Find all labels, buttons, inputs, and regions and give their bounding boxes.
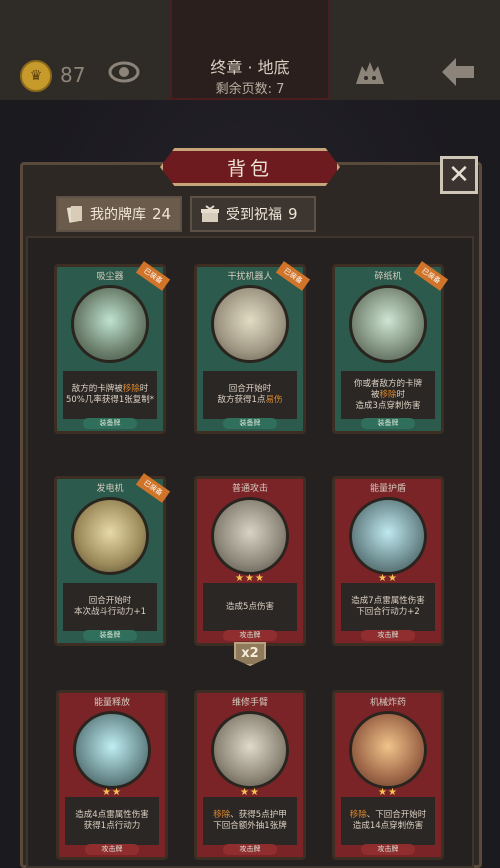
tab-blessings-label: 受到祝福 xyxy=(226,207,282,223)
card-description: 造成7点雷属性伤害 下回合行动力+2 xyxy=(341,583,435,631)
card-description: 造成5点伤害 xyxy=(203,583,297,631)
card-description: 回合开始时 敌方获得1点易伤 xyxy=(203,371,297,419)
card-repair-arm[interactable]: 维修手臂 ★★ 移除、获得5点护甲 下回合额外抽1张牌 攻击牌 xyxy=(194,690,306,860)
top-bar: ♛ 87 终章 · 地底 剩余页数: 7 xyxy=(0,0,500,100)
sword-art xyxy=(211,497,289,575)
equipped-ribbon: 已装备 xyxy=(135,261,171,291)
card-description: 回合开始时 本次战斗行动力+1 xyxy=(63,583,157,631)
cards-icon xyxy=(66,206,82,223)
card-description: 敌方的卡牌被移除时 50%几率获得1张复制* xyxy=(63,371,157,419)
card-name: 机械炸药 xyxy=(369,698,406,708)
robot-arm-art xyxy=(211,711,289,789)
card-description: 造成4点雷属性伤害 获得1点行动力 xyxy=(65,797,159,845)
card-type-label: 装备牌 xyxy=(361,418,415,429)
card-description: 移除、获得5点护甲 下回合额外抽1张牌 xyxy=(203,797,297,845)
card-mechanical-explosive[interactable]: 机械炸药 ★★ 移除、下回合开始时 造成14点穿刺伤害 攻击牌 xyxy=(332,690,444,860)
card-type-label: 装备牌 xyxy=(223,418,277,429)
card-type-label: 装备牌 xyxy=(83,418,137,429)
tab-blessings[interactable]: 受到祝福 9 xyxy=(190,196,316,232)
card-name: 普通攻击 xyxy=(231,484,268,494)
card-name: 能量护盾 xyxy=(369,484,406,494)
equipped-ribbon: 已装备 xyxy=(275,261,311,291)
gremlin-icon[interactable] xyxy=(352,58,388,88)
tab-my-deck[interactable]: 我的牌库 24 xyxy=(56,196,182,232)
card-type-label: 攻击牌 xyxy=(85,844,139,855)
shredder-art xyxy=(349,285,427,363)
card-basic-attack[interactable]: 普通攻击 ★★★ 造成5点伤害 攻击牌 xyxy=(194,476,306,646)
card-description: 你或者敌方的卡牌 被移除时 造成3点穿刺伤害 xyxy=(341,371,435,419)
card-type-label: 攻击牌 xyxy=(223,844,277,855)
back-arrow-icon[interactable] xyxy=(440,56,476,88)
robot-art xyxy=(211,285,289,363)
vacuum-art xyxy=(71,285,149,363)
card-energy-release[interactable]: 能量释放 ★★ 造成4点雷属性伤害 获得1点行动力 攻击牌 xyxy=(56,690,168,860)
card-type-label: 攻击牌 xyxy=(361,844,415,855)
gift-box-icon xyxy=(201,205,219,222)
card-type-label: 攻击牌 xyxy=(223,630,277,641)
coin-count: 87 xyxy=(60,63,86,87)
lightning-art xyxy=(73,711,151,789)
card-type-label: 攻击牌 xyxy=(361,630,415,641)
eye-icon[interactable] xyxy=(108,58,140,86)
card-type-label: 装备牌 xyxy=(83,630,137,641)
equipped-ribbon: 已装备 xyxy=(135,473,171,503)
panel-title-plate: 背包 xyxy=(160,148,340,186)
chapter-banner: 终章 · 地底 剩余页数: 7 xyxy=(170,0,330,100)
crown-coin-icon: ♛ xyxy=(20,60,52,92)
card-jammer-robot[interactable]: 干扰机器人 已装备 回合开始时 敌方获得1点易伤 装备牌 xyxy=(194,261,311,434)
equipped-ribbon: 已装备 xyxy=(413,261,449,291)
card-vacuum[interactable]: 吸尘器 已装备 敌方的卡牌被移除时 50%几率获得1张复制* 装备牌 xyxy=(54,261,171,434)
tab-blessings-count: 9 xyxy=(288,205,298,223)
chapter-title: 终章 · 地底 xyxy=(210,58,290,77)
pages-left: 剩余页数: 7 xyxy=(215,82,285,97)
shield-art xyxy=(349,497,427,575)
close-button[interactable]: ✕ xyxy=(440,156,478,194)
generator-art xyxy=(71,497,149,575)
tab-my-deck-count: 24 xyxy=(152,205,172,223)
card-name: 能量释放 xyxy=(93,698,130,708)
panel-title: 背包 xyxy=(226,157,273,180)
card-shredder[interactable]: 碎纸机 已装备 你或者敌方的卡牌 被移除时 造成3点穿刺伤害 装备牌 xyxy=(332,261,449,434)
dynamite-art xyxy=(349,711,427,789)
card-generator[interactable]: 发电机 已装备 回合开始时 本次战斗行动力+1 装备牌 xyxy=(54,473,171,646)
card-description: 移除、下回合开始时 造成14点穿刺伤害 xyxy=(341,797,435,845)
tab-my-deck-label: 我的牌库 xyxy=(90,207,146,223)
card-energy-shield[interactable]: 能量护盾 ★★ 造成7点雷属性伤害 下回合行动力+2 攻击牌 xyxy=(332,476,444,646)
card-name: 维修手臂 xyxy=(231,698,268,708)
